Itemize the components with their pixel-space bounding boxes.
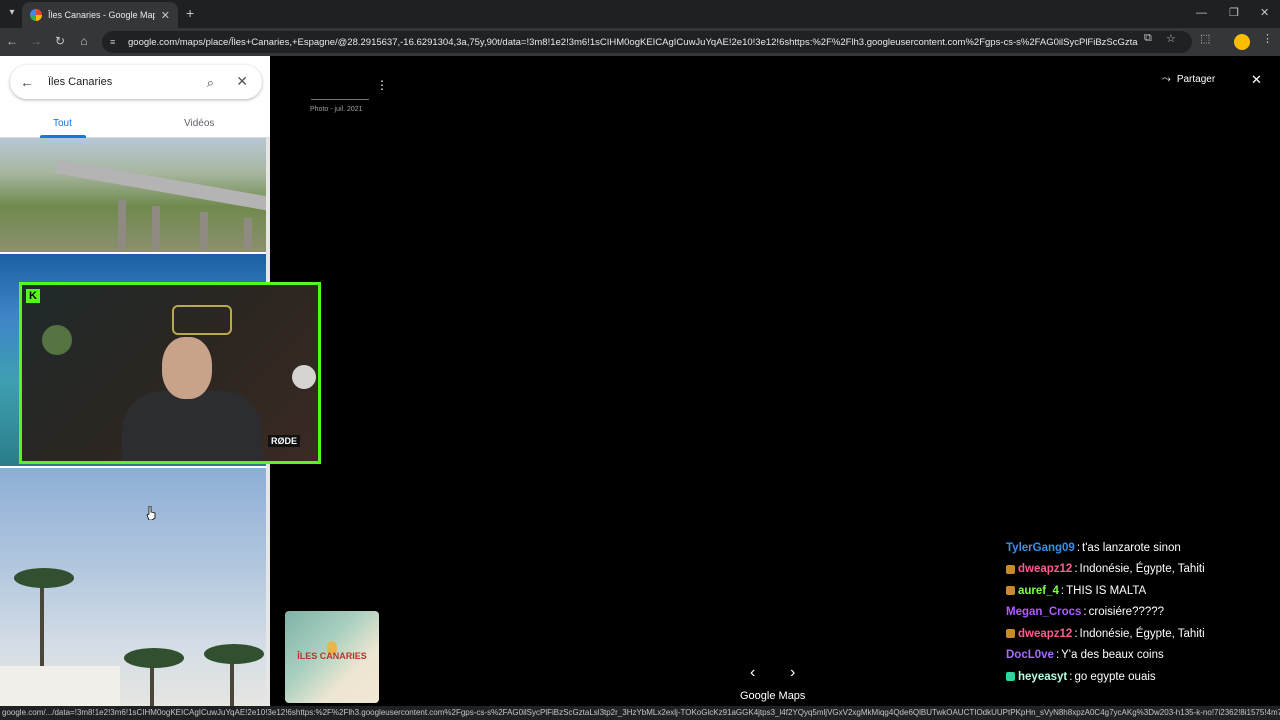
white-building [0,666,120,706]
install-icon[interactable]: ⧉ [1144,32,1152,45]
google-maps-brand: Google Maps [740,690,806,702]
hand-cursor-icon [146,506,156,520]
forward-icon[interactable]: → [28,33,44,49]
tab-search-icon[interactable]: ▾ [4,5,20,21]
chat-badge-icon [1006,564,1015,574]
palm-frond [204,644,264,664]
bridge-shape [55,159,266,211]
share-label: Partager [1176,74,1216,85]
close-viewer-icon[interactable]: ✕ [1251,72,1262,88]
share-icon: ⤳ [1162,73,1171,85]
chat-separator: : [1055,649,1060,662]
browser-tab[interactable]: Îles Canaries - Google Maps ✕ [22,2,178,28]
url-text[interactable]: google.com/maps/place/Îles+Canaries,+Esp… [128,37,1138,48]
bridge-pillar [118,200,126,252]
profile-avatar[interactable] [1234,34,1250,50]
chat-username[interactable]: Megan_Crocs [1006,603,1081,621]
window-close-icon[interactable]: ✕ [1260,5,1269,21]
chat-username[interactable]: heyeasyt [1018,668,1067,686]
back-icon[interactable]: ← [4,33,20,49]
chat-separator: : [1074,627,1078,640]
chat-separator: : [1060,584,1065,597]
thumbnail-label: ÎLES CANARIES [297,651,367,661]
neon-sign [172,305,232,335]
light-glow [42,325,72,355]
person-head [162,337,212,399]
palm-frond [124,648,184,668]
tab-title: Îles Canaries - Google Maps [48,10,155,20]
tab-all[interactable]: Tout [53,118,72,129]
chat-badge-icon [1006,586,1015,596]
chat-badge-icon [1006,672,1015,682]
person-body [122,391,262,461]
tab-videos[interactable]: Vidéos [184,118,214,129]
share-button[interactable]: ⤳ Partager [1162,73,1215,86]
chat-text: Indonésie, Égypte, Tahiti [1079,563,1205,576]
tab-close-icon[interactable]: ✕ [161,9,170,22]
chat-badge-icon [1006,629,1015,639]
chat-text: Y'a des beaux coins [1061,649,1164,662]
chat-text: go egypte ouais [1074,670,1156,683]
more-options-icon[interactable]: ⋮ [376,78,388,92]
mic-brand-label: RØDE [267,435,300,447]
photo-tabs: Tout Vidéos [0,112,270,138]
address-bar[interactable]: ≡ google.com/maps/place/Îles+Canaries,+E… [102,31,1192,53]
map-thumbnail[interactable]: ÎLES CANARIES [285,611,379,703]
streamer-webcam: K RØDE [19,282,321,464]
palm-frond [14,568,74,588]
minimize-icon[interactable]: — [1196,5,1207,21]
chat-separator: : [1076,541,1081,554]
chat-username[interactable]: dweapz12 [1018,560,1072,578]
next-photo-icon[interactable]: › [790,664,795,682]
restore-icon[interactable]: ❐ [1229,5,1239,21]
viewer-divider [311,99,369,100]
search-icon[interactable]: ⌕ [207,75,214,91]
search-input[interactable] [48,76,188,88]
photo-thumbnail-palms[interactable] [0,468,266,706]
new-tab-icon[interactable]: + [186,5,194,21]
chat-username[interactable]: dweapz12 [1018,625,1072,643]
kick-logo-icon: K [26,289,40,303]
chat-username[interactable]: DocL0ve [1006,646,1054,664]
photo-meta: Photo - juil. 2021 [310,106,363,113]
bridge-pillar [244,218,252,252]
browser-tab-bar: ▾ Îles Canaries - Google Maps ✕ + — ❐ ✕ [0,0,1280,28]
chat-message: DocL0ve: Y'a des beaux coins [1006,645,1276,667]
clear-search-icon[interactable]: ✕ [236,73,248,90]
bookmark-star-icon[interactable]: ☆ [1166,32,1176,45]
light-glow [292,365,316,389]
bridge-pillar [152,206,160,252]
chat-text: croisiére????? [1088,606,1165,619]
back-arrow-icon[interactable]: ← [10,74,44,90]
chat-separator: : [1069,670,1073,683]
chat-message: Megan_Crocs: croisiére????? [1006,602,1276,624]
link-status-bar: google.com/.../data=!3m8!1e2!3m6!1sCIHM0… [0,706,1280,720]
chat-separator: : [1083,606,1087,619]
chat-text: t'as lanzarote sinon [1082,541,1181,554]
photo-thumbnail-bridge[interactable] [0,138,266,252]
previous-photo-icon[interactable]: ‹ [750,664,755,682]
chat-message: TylerGang09: t'as lanzarote sinon [1006,537,1276,559]
chat-message: dweapz12: Indonésie, Égypte, Tahiti [1006,559,1276,581]
chat-username[interactable]: auref_4 [1018,582,1059,600]
browser-toolbar: ← → ↻ ⌂ ≡ google.com/maps/place/Îles+Can… [0,28,1280,56]
home-icon[interactable]: ⌂ [76,33,92,49]
chat-message: auref_4: THIS IS MALTA [1006,580,1276,602]
stream-chat: TylerGang09: t'as lanzarote sinon dweapz12… [1006,537,1276,688]
chat-text: Indonésie, Égypte, Tahiti [1079,627,1205,640]
google-maps-favicon-icon [30,9,42,21]
chat-separator: : [1074,563,1078,576]
chat-text: THIS IS MALTA [1066,584,1147,597]
reload-icon[interactable]: ↻ [52,33,68,49]
site-info-icon[interactable]: ≡ [110,37,120,47]
chat-message: heyeasyt: go egypte ouais [1006,666,1276,688]
chat-username[interactable]: TylerGang09 [1006,539,1075,557]
chat-message: dweapz12: Indonésie, Égypte, Tahiti [1006,623,1276,645]
search-box: ← ⌕ ✕ [10,65,262,99]
extensions-icon[interactable]: ⬚ [1200,32,1210,45]
browser-menu-icon[interactable]: ⋮ [1262,32,1273,45]
bridge-pillar [200,212,208,252]
